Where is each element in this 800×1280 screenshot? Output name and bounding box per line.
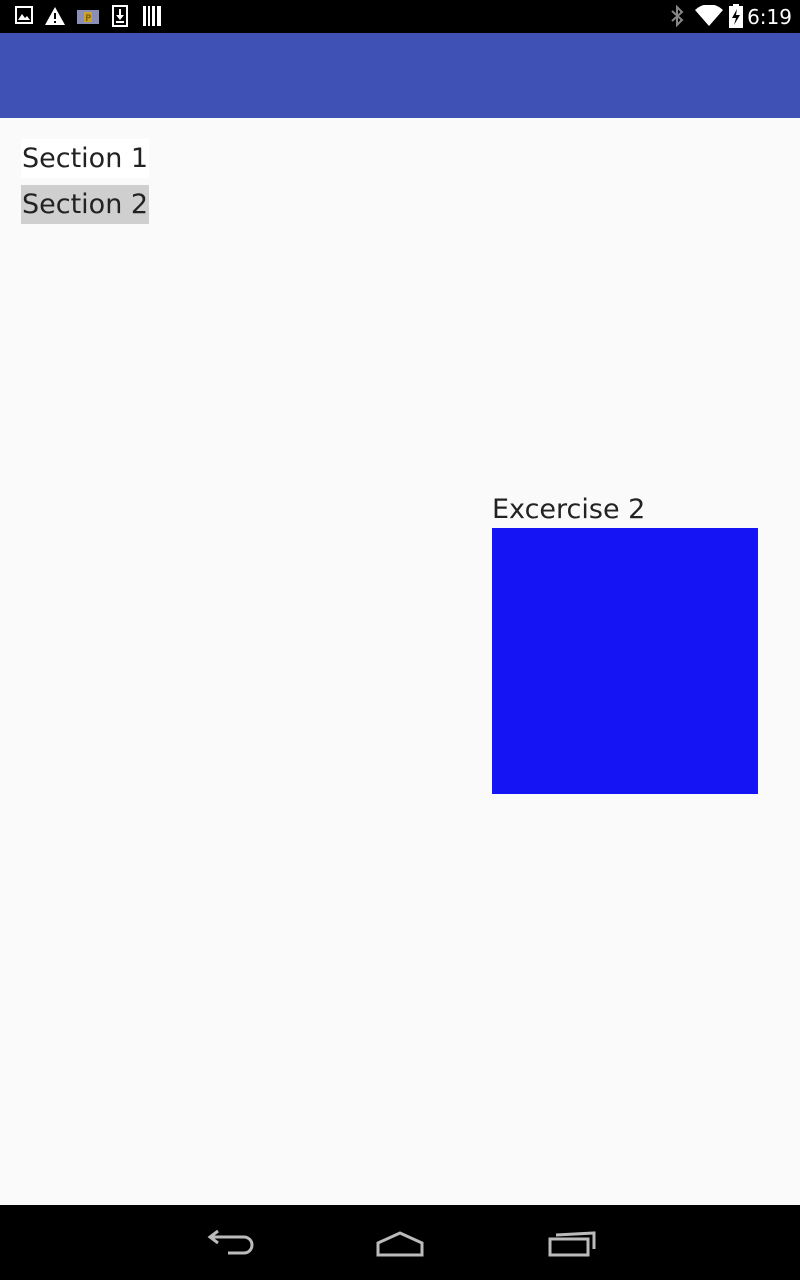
home-icon[interactable] — [370, 1223, 430, 1263]
battery-charging-icon — [729, 4, 743, 32]
bluetooth-icon — [670, 4, 684, 31]
screen: P 6:19 Section 1 Section 2 Excercise 2 — [0, 0, 800, 1280]
download-icon — [112, 5, 128, 31]
recents-icon[interactable] — [542, 1223, 602, 1263]
status-bar: P 6:19 — [0, 0, 800, 33]
image-icon — [15, 6, 33, 28]
navigation-bar — [0, 1205, 800, 1280]
exercise-color-box — [492, 528, 758, 794]
section-item-1[interactable]: Section 1 — [21, 139, 150, 178]
wifi-icon — [695, 4, 723, 31]
barcode-icon — [143, 6, 161, 30]
app-bar — [0, 33, 800, 118]
parking-icon: P — [77, 9, 99, 28]
section-item-2[interactable]: Section 2 — [21, 185, 150, 224]
status-time: 6:19 — [747, 5, 792, 29]
back-icon[interactable] — [200, 1223, 260, 1263]
main-content: Section 1 Section 2 Excercise 2 — [0, 118, 800, 1205]
exercise-title: Excercise 2 — [492, 494, 646, 525]
warning-icon — [44, 6, 66, 30]
svg-text:P: P — [86, 14, 92, 24]
